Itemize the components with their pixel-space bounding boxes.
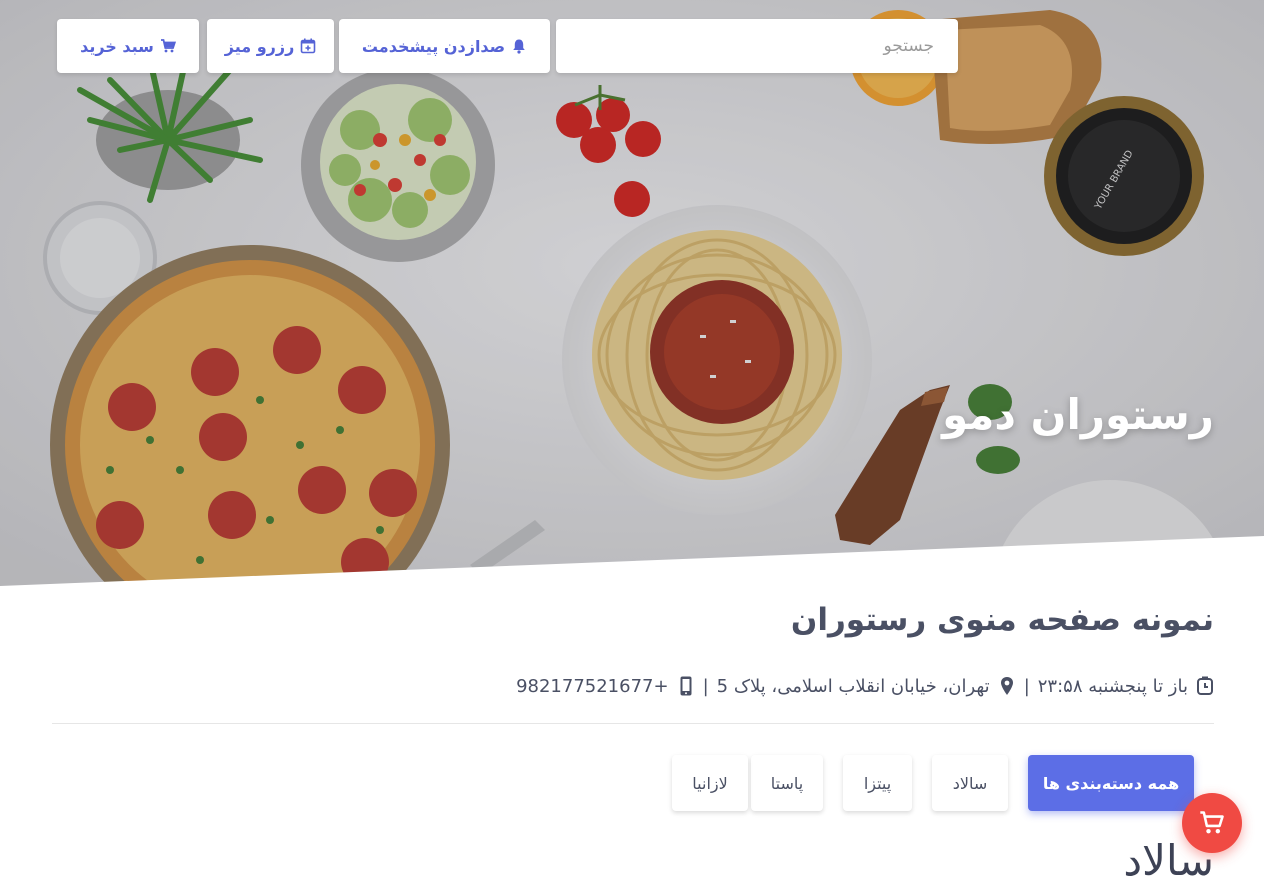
cart-button[interactable]: سبد خرید xyxy=(57,19,199,73)
category-tab-pizza[interactable]: پیتزا xyxy=(843,755,912,811)
calendar-plus-icon xyxy=(300,38,316,54)
hero-diagonal-edge xyxy=(0,536,1264,590)
restaurant-name: رستوران دمو xyxy=(942,390,1214,439)
call-waiter-label: صدازدن پیشخدمت xyxy=(361,36,506,56)
category-tab-lasagna[interactable]: لازانیا xyxy=(672,755,748,811)
category-tab-pasta[interactable]: پاستا xyxy=(751,755,823,811)
call-waiter-button[interactable]: صدازدن پیشخدمت xyxy=(339,19,550,73)
restaurant-info-line: باز تا پنجشنبه ۲۳:۵۸ | تهران، خیابان انق… xyxy=(516,672,1214,700)
address-text: تهران، خیابان انقلاب اسلامی، پلاک 5 xyxy=(716,675,990,697)
cart-button-label: سبد خرید xyxy=(80,36,154,56)
shopping-cart-icon xyxy=(160,38,176,54)
shopping-cart-icon xyxy=(1198,809,1226,837)
search-input[interactable] xyxy=(556,19,958,73)
page-title: نمونه صفحه منوی رستوران xyxy=(790,602,1214,638)
category-tab-salad[interactable]: سالاد xyxy=(932,755,1008,811)
opening-hours: باز تا پنجشنبه ۲۳:۵۸ xyxy=(1037,675,1188,697)
mobile-phone-icon xyxy=(677,676,695,696)
reserve-table-button[interactable]: رزرو میز xyxy=(207,19,334,73)
section-divider xyxy=(52,723,1214,724)
category-tab-all[interactable]: همه دسته‌بندی ها xyxy=(1028,755,1194,811)
bell-icon xyxy=(511,38,527,54)
reserve-table-label: رزرو میز xyxy=(224,36,295,56)
floating-cart-button[interactable] xyxy=(1182,793,1242,853)
info-separator: | xyxy=(1023,675,1030,697)
clock-icon xyxy=(1196,676,1214,696)
hero-banner: YOUR BRAND رستوران دمو xyxy=(0,0,1264,590)
map-pin-icon xyxy=(998,676,1016,696)
info-separator: | xyxy=(702,675,709,697)
phone-number[interactable]: 982177521677+ xyxy=(516,676,669,697)
